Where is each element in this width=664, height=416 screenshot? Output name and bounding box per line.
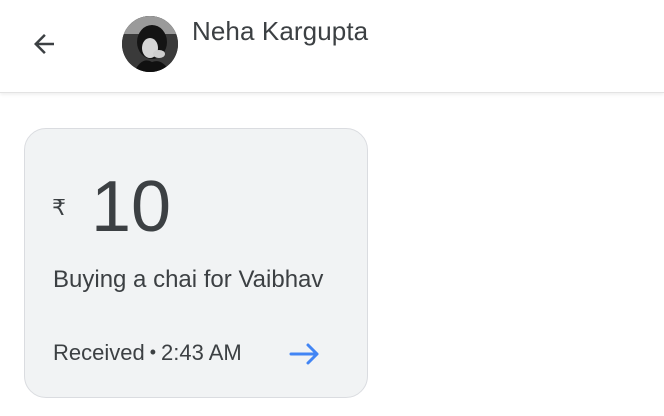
chat-header: Neha Kargupta xyxy=(0,0,664,93)
contact-name[interactable]: Neha Kargupta xyxy=(192,14,368,48)
back-button[interactable] xyxy=(22,24,66,64)
view-details-button[interactable] xyxy=(287,339,323,369)
status-time: 2:43 AM xyxy=(161,340,242,365)
payment-note: Buying a chai for Vaibhav xyxy=(53,266,324,293)
profile-photo-icon xyxy=(122,16,178,72)
payment-amount: 10 xyxy=(91,167,172,247)
currency-symbol: ₹ xyxy=(52,195,66,220)
status-separator: • xyxy=(149,342,157,362)
arrow-forward-icon xyxy=(289,343,319,365)
arrow-back-icon xyxy=(34,34,54,54)
avatar[interactable] xyxy=(122,16,178,72)
payment-card[interactable]: ₹ 10 Buying a chai for Vaibhav Received •… xyxy=(24,128,368,398)
payment-status: Received • 2:43 AM xyxy=(53,339,242,368)
app-window: Neha Kargupta ₹ 10 Buying a chai for Vai… xyxy=(0,0,664,416)
status-label: Received xyxy=(53,340,145,365)
